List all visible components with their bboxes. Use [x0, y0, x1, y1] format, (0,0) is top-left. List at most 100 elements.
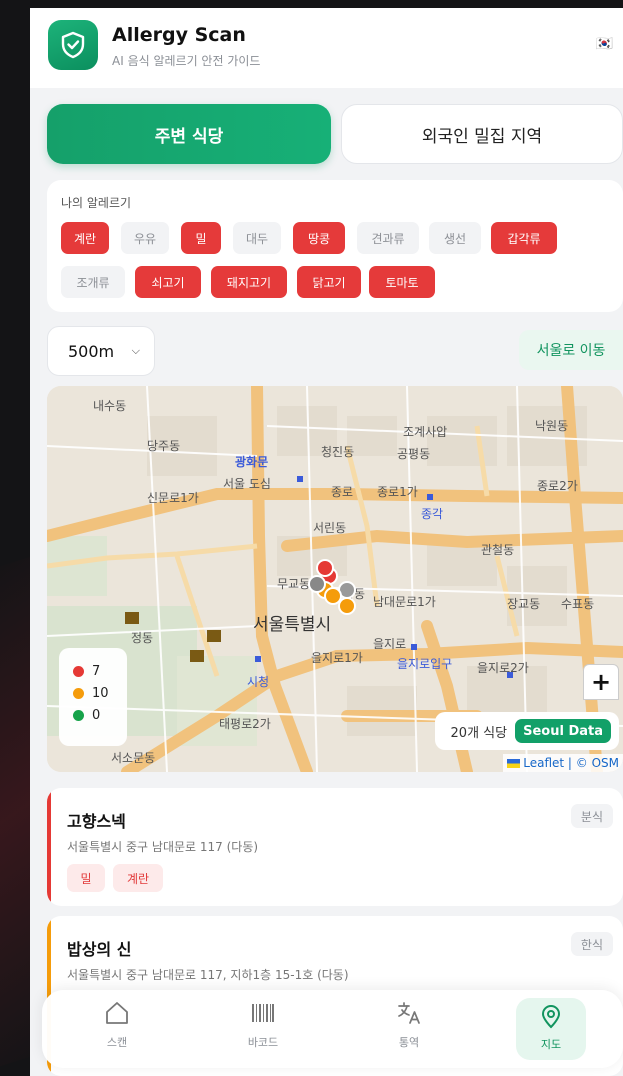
map-label-jongno1: 종로1가: [377, 485, 418, 499]
ukraine-flag-icon: [507, 758, 521, 768]
allergy-chip-egg[interactable]: 계란: [61, 222, 109, 254]
shield-check-icon: [48, 20, 98, 70]
allergies-title: 나의 알레르기: [61, 196, 132, 210]
map-label-janggyo: 장교동: [507, 597, 540, 611]
restaurant-count: 20개 식당: [450, 725, 508, 741]
app-header: Allergy Scan AI 음식 알레르기 안전 가이드 🇰🇷: [30, 8, 623, 88]
chevron-down-icon: ⌵: [131, 344, 140, 357]
allergy-chip-pork[interactable]: 돼지고기: [211, 266, 287, 298]
map-label-jeong: 정동: [131, 631, 153, 645]
barcode-icon: [252, 1004, 274, 1022]
zoom-in-button[interactable]: +: [583, 664, 619, 700]
restaurant-marker[interactable]: [324, 587, 342, 605]
orange-dot-icon: [73, 687, 84, 699]
restaurant-name: 밥상의 신: [67, 940, 132, 959]
risk-legend: 7 10 0: [59, 648, 127, 746]
data-source-badge: Seoul Data: [515, 719, 611, 743]
tab-foreigner-area[interactable]: 외국인 밀집 지역: [341, 104, 623, 164]
map-label-taepyeong: 태평로2가: [219, 717, 271, 731]
nav-barcode[interactable]: 바코드: [218, 1000, 308, 1058]
legend-row-danger: 7: [73, 660, 127, 682]
map-label-namdaemun: 남대문로1가: [373, 595, 436, 609]
map-label-euljiro2: 을지로2가: [477, 661, 529, 675]
map-pin-icon: [541, 1005, 561, 1029]
map-label-euljiro-entrance: 을지로입구: [397, 657, 452, 671]
my-allergies-card: 나의 알레르기 계란 우유 밀 대두 땅콩 견과류 생선 갑각류 조개류 쇠고기…: [47, 180, 623, 312]
translate-icon: [398, 1002, 420, 1024]
allergy-chip-milk[interactable]: 우유: [121, 222, 169, 254]
map-label-euljiro: 을지로: [373, 637, 406, 651]
legend-count-safe: 0: [92, 707, 101, 723]
allergy-chip-wheat[interactable]: 밀: [181, 222, 221, 254]
map-label-jogyesa: 조계사압: [403, 425, 447, 439]
restaurant-category: 분식: [570, 804, 613, 828]
restaurant-card[interactable]: 고향스넥 분식 서울특별시 중구 남대문로 117 (다동) 밀 계란: [47, 788, 623, 906]
home-icon: [106, 1002, 128, 1024]
map-attribution[interactable]: Leaflet | © OSM: [503, 754, 623, 772]
red-dot-icon: [73, 665, 84, 677]
allergy-chip-crustacean[interactable]: 갑각류: [491, 222, 557, 254]
nav-scan[interactable]: 스캔: [72, 1000, 162, 1058]
map-label-naesu: 내수동: [93, 399, 126, 413]
nav-map[interactable]: 지도: [516, 998, 586, 1060]
map-label-cheongjin: 청진동: [321, 445, 354, 459]
map-label-nagwon: 낙원동: [535, 419, 568, 433]
map-label-seosomun: 서소문동: [111, 751, 155, 765]
allergy-chip-chicken[interactable]: 닭고기: [297, 266, 361, 298]
allergy-chip-tomato[interactable]: 토마토: [369, 266, 435, 298]
app-title: Allergy Scan: [112, 24, 246, 46]
allergy-chip-soy[interactable]: 대두: [233, 222, 281, 254]
restaurant-category: 한식: [570, 932, 613, 956]
green-dot-icon: [73, 709, 84, 721]
map-label-mugyo: 무교동: [277, 577, 310, 591]
language-flag-icon[interactable]: 🇰🇷: [596, 36, 613, 52]
allergy-chip-peanut[interactable]: 땅콩: [293, 222, 345, 254]
nav-label: 통역: [398, 1036, 420, 1049]
map-label-euljiro1: 을지로1가: [311, 651, 363, 665]
map-label-sinmunno: 신문로1가: [147, 491, 199, 505]
bottom-navigation: 스캔 바코드 통역 지도: [42, 990, 623, 1068]
allergen-chip: 밀: [67, 864, 105, 892]
map-label-seoul-downtown: 서울 도심: [223, 477, 271, 491]
legend-row-caution: 10: [73, 682, 127, 704]
nav-translate[interactable]: 통역: [364, 1000, 454, 1058]
map-label-gwancheol: 관철동: [481, 543, 514, 557]
allergy-chip-fish[interactable]: 생선: [429, 222, 481, 254]
map-label-jonggak: 종각: [421, 507, 443, 521]
app-frame: Allergy Scan AI 음식 알레르기 안전 가이드 🇰🇷 주변 식당 …: [30, 8, 623, 1076]
restaurant-marker[interactable]: [316, 559, 334, 577]
map-label-jongno: 종로: [331, 485, 353, 499]
allergy-chip-shellfish[interactable]: 조개류: [61, 266, 125, 298]
radius-value: 500m: [68, 341, 115, 361]
map-label-sigcheong: 시청: [247, 675, 269, 689]
allergen-chip: 계란: [113, 864, 163, 892]
risk-bar: [47, 788, 51, 906]
map-label-seorin: 서린동: [313, 521, 346, 535]
attribution-text: Leaflet | © OSM: [523, 756, 619, 770]
map-label-gwanghwamun: 광화문: [235, 454, 268, 469]
restaurant-marker[interactable]: [308, 575, 326, 593]
tab-nearby-restaurants[interactable]: 주변 식당: [47, 104, 331, 164]
nav-label: 지도: [540, 1038, 562, 1051]
legend-count-caution: 10: [92, 685, 109, 701]
map-label-dangju: 당주동: [147, 439, 180, 453]
restaurant-name: 고향스넥: [67, 812, 126, 831]
legend-count-danger: 7: [92, 663, 101, 679]
allergy-chip-beef[interactable]: 쇠고기: [135, 266, 201, 298]
nav-label: 스캔: [106, 1036, 128, 1049]
radius-select[interactable]: 500m ⌵: [47, 326, 155, 376]
legend-row-safe: 0: [73, 704, 127, 726]
map-label-jongno2: 종로2가: [537, 479, 578, 493]
restaurant-address: 서울특별시 중구 남대문로 117, 지하1층 15-1호 (다동): [67, 968, 349, 982]
nav-label: 바코드: [247, 1036, 279, 1049]
restaurant-marker[interactable]: [338, 597, 356, 615]
restaurant-map[interactable]: 내수동 당주동 광화문 서울 도심 신문로1가 청진동 조계사압 공평동 종로 …: [47, 386, 623, 772]
app-subtitle: AI 음식 알레르기 안전 가이드: [112, 54, 261, 68]
restaurant-count-box: 20개 식당 Seoul Data: [434, 712, 619, 750]
map-label-gongpyeong: 공평동: [397, 447, 430, 461]
restaurant-address: 서울특별시 중구 남대문로 117 (다동): [67, 840, 259, 854]
map-label-supyo: 수표동: [561, 597, 594, 611]
map-label-seoul-city: 서울특별시: [253, 615, 331, 635]
move-to-seoul-button[interactable]: 서울로 이동: [519, 330, 623, 370]
allergy-chip-nuts[interactable]: 견과류: [357, 222, 419, 254]
